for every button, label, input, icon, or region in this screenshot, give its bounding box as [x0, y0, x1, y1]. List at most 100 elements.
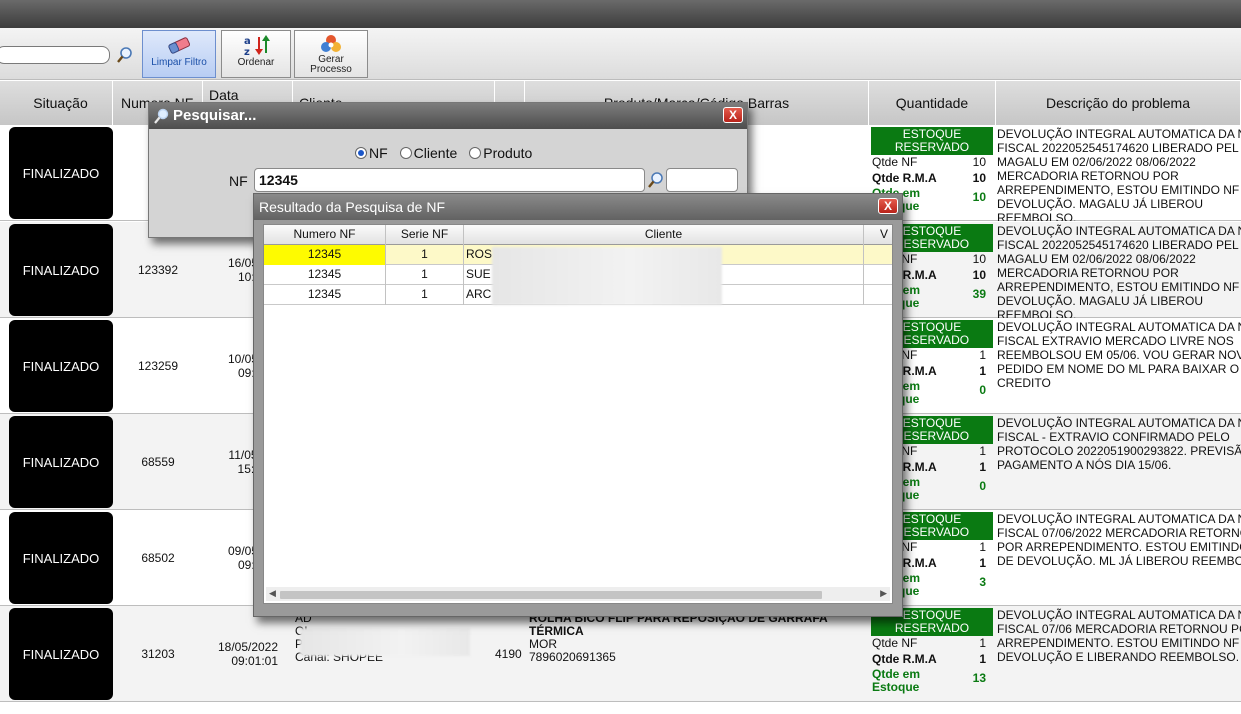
numero-nf: 123259: [137, 359, 179, 373]
descricao-line: REEMBOLSOU EM 05/06. VOU GERAR NOV: [997, 348, 1241, 362]
qtde-estoque-value: 13: [972, 671, 986, 685]
qtde-estoque-value: 0: [979, 383, 986, 397]
qtde-nf-value: 1: [979, 348, 986, 362]
result-col-serie-nf[interactable]: Serie NF: [386, 225, 464, 245]
descricao-line: DEVOLUÇÃO E LIBERANDO REEMBOLSO.: [997, 650, 1240, 664]
descricao-line: DEVOLUÇÃO INTEGRAL AUTOMATICA DA N: [997, 224, 1241, 238]
result-dialog-titlebar[interactable]: Resultado da Pesquisa de NF X: [254, 194, 902, 220]
clear-filter-button[interactable]: Limpar Filtro: [142, 30, 216, 78]
header-situacao[interactable]: Situação: [9, 81, 113, 125]
descricao-line: POR ARREPENDIMENTO. ESTOU EMITINDO: [997, 540, 1241, 554]
qtde-rma: Qtde R.M.A 10: [869, 171, 996, 187]
header-quantidade[interactable]: Quantidade: [869, 81, 996, 125]
estoque-status-badge: ESTOQUE RESERVADO: [871, 127, 993, 155]
result-dialog-title: Resultado da Pesquisa de NF: [259, 199, 445, 215]
descricao-line: FISCAL 2022052545174620 LIBERADO PEL: [997, 141, 1239, 155]
codigo-cell: 4190: [495, 647, 522, 661]
scroll-left-arrow-icon[interactable]: ◀: [269, 588, 276, 599]
nf-search-input[interactable]: 12345: [254, 168, 645, 192]
eraser-icon: [165, 34, 193, 56]
search-dialog-close-button[interactable]: X: [723, 107, 743, 123]
result-numero-nf: 12345: [264, 265, 386, 285]
redacted-client-name: [300, 628, 470, 656]
descricao-line: PROTOCOLO 2022051900293822. PREVISÃ: [997, 444, 1241, 458]
nf-search-button[interactable]: [646, 170, 666, 190]
descricao-line: REEMBOLSO.: [997, 211, 1077, 221]
result-col-cliente[interactable]: Cliente: [464, 225, 864, 245]
descricao-line: CREDITO: [997, 376, 1051, 390]
result-col-v[interactable]: V: [864, 225, 892, 245]
descricao-line: DE DEVOLUÇÃO. ML JÁ LIBEROU REEMBOL: [997, 554, 1241, 568]
descricao-line: PEDIDO EM NOME DO ML PARA BAIXAR O: [997, 362, 1240, 376]
descricao-line: FISCAL 07/06/2022 MERCADORIA RETORNO: [997, 526, 1241, 540]
qtde-rma-value: 10: [972, 171, 986, 185]
result-dialog-close-button[interactable]: X: [878, 198, 898, 214]
generate-process-label: Gerar Processo: [310, 54, 352, 75]
situacao-badge: FINALIZADO: [9, 224, 113, 316]
qtde-nf-value: 10: [972, 155, 986, 169]
search-dialog-titlebar[interactable]: Pesquisar... X: [149, 103, 747, 129]
sort-label: Ordenar: [237, 57, 275, 68]
qtde-rma-value: 1: [979, 364, 986, 378]
sort-az-icon: az: [242, 34, 270, 58]
descricao-line: ARREPENDIMENTO, ESTOU EMITINDO NF: [997, 280, 1240, 294]
data-cell: 18/05/2022 09:01:01: [203, 606, 293, 702]
radio-produto-label: Produto: [483, 145, 533, 161]
result-v: [864, 245, 892, 265]
produto-cell: ROLHA BICO FLIP PARA REPOSIÇÃO DE GARRAF…: [525, 606, 869, 702]
qtde-estoque-label: Qtde em Estoque: [872, 667, 921, 694]
qtde-nf-value: 10: [972, 252, 986, 266]
result-serie-nf: 1: [386, 265, 464, 285]
numero-nf: 31203: [141, 647, 175, 661]
result-v: [864, 265, 892, 285]
result-grid: Numero NF Serie NF Cliente V 12345 1 ROS…: [263, 224, 893, 604]
scroll-right-arrow-icon[interactable]: ▶: [880, 588, 887, 599]
descricao-line: DEVOLUÇÃO INTEGRAL AUTOMATICA DA N: [997, 416, 1241, 430]
nf-secondary-input[interactable]: [666, 168, 738, 192]
search-icon: [153, 107, 171, 134]
descricao-cell: DEVOLUÇÃO INTEGRAL AUTOMATICA DA N FISCAL…: [996, 606, 1241, 702]
descricao-cell: DEVOLUÇÃO INTEGRAL AUTOMATICA DA N FISCAL…: [996, 414, 1241, 510]
qtde-estoque-value: 3: [979, 575, 986, 589]
radio-produto[interactable]: Produto: [469, 145, 532, 161]
situacao-badge: FINALIZADO: [9, 512, 113, 604]
descricao-cell: DEVOLUÇÃO INTEGRAL AUTOMATICA DA N FISCAL…: [996, 125, 1241, 221]
filter-input[interactable]: [0, 46, 110, 64]
descricao-line: ARREPENDIMENTO. ESTOU EMITINDO NF: [997, 636, 1240, 650]
situacao-badge: FINALIZADO: [9, 416, 113, 508]
qtde-rma-value: 10: [972, 268, 986, 282]
result-grid-header: Numero NF Serie NF Cliente V: [264, 225, 892, 245]
descricao-line: MAGALU EM 02/06/2022 08/06/2022: [997, 155, 1196, 169]
result-grid-hscrollbar[interactable]: ◀ ▶: [266, 587, 890, 601]
descricao-line: FISCAL 2022052545174620 LIBERADO PEL: [997, 238, 1239, 252]
nf-field-label: NF: [229, 173, 248, 189]
descricao-line: DEVOLUÇÃO. MAGALU JÁ LIBEROU: [997, 197, 1204, 211]
scroll-thumb[interactable]: [280, 591, 822, 599]
situacao-badge: FINALIZADO: [9, 608, 113, 700]
qtde-rma-value: 1: [979, 652, 986, 666]
descricao-line: FISCAL EXTRAVIO MERCADO LIVRE NOS: [997, 334, 1234, 348]
svg-text:z: z: [244, 47, 250, 56]
qtde-estoque-value: 39: [972, 287, 986, 301]
quantidade-cell: ESTOQUE RESERVADO Qtde NF1 Qtde R.M.A1 Q…: [869, 606, 996, 702]
descricao-line: MERCADORIA RETORNOU POR: [997, 169, 1179, 183]
sort-button[interactable]: az Ordenar: [221, 30, 291, 78]
radio-nf[interactable]: NF: [355, 145, 388, 161]
header-descricao[interactable]: Descrição do problema: [996, 81, 1241, 125]
descricao-line: MERCADORIA RETORNOU POR: [997, 266, 1179, 280]
qtde-nf: Qtde NF 1: [869, 636, 996, 652]
data-time: 09:01:01: [231, 654, 279, 668]
qtde-rma-label: Qtde R.M.A: [872, 652, 937, 666]
qtde-rma-label: Qtde R.M.A: [872, 171, 937, 185]
clear-filter-label: Limpar Filtro: [151, 57, 207, 68]
result-col-numero-nf[interactable]: Numero NF: [264, 225, 386, 245]
situacao-badge: FINALIZADO: [9, 127, 113, 219]
search-icon[interactable]: [114, 44, 136, 66]
table-row[interactable]: FINALIZADO 31203 18/05/202209:01:01 ADOL…: [0, 606, 1241, 702]
descricao-line: DEVOLUÇÃO. MAGALU JÁ LIBEROU: [997, 294, 1204, 308]
svg-text:a: a: [244, 36, 251, 47]
result-dialog: Resultado da Pesquisa de NF X Numero NF …: [253, 193, 903, 617]
radio-cliente[interactable]: Cliente: [399, 145, 458, 161]
radio-cliente-label: Cliente: [413, 145, 458, 161]
generate-process-button[interactable]: Gerar Processo: [294, 30, 368, 78]
